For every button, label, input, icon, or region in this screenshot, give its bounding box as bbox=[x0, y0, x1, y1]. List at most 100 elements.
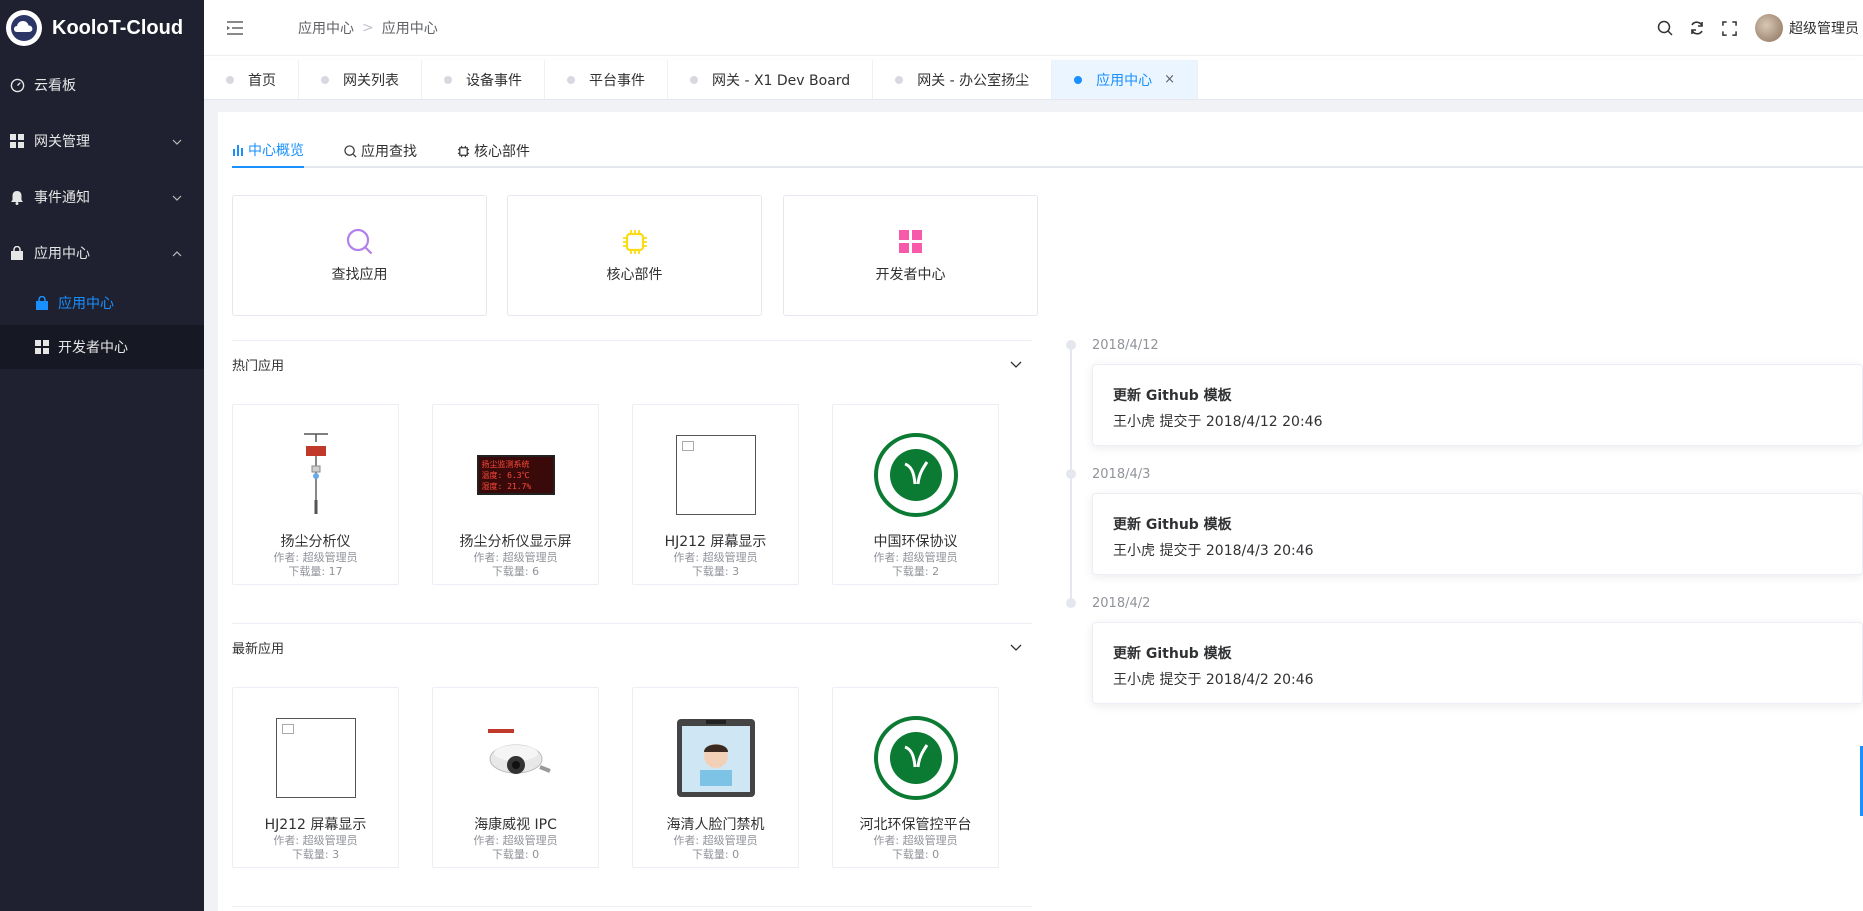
timeline-dot bbox=[1066, 598, 1076, 608]
timeline-title: 更新 Github 模板 bbox=[1113, 388, 1232, 404]
chevron-down-icon bbox=[1010, 357, 1022, 372]
app-card[interactable]: 河北环保管控平台 作者: 超级管理员 下载量: 0 bbox=[832, 687, 999, 868]
ip-camera-image bbox=[468, 710, 564, 806]
timeline-date: 2018/4/12 bbox=[1092, 338, 1159, 353]
app-card[interactable]: HJ212 屏幕显示 作者: 超级管理员 下载量: 3 bbox=[232, 687, 399, 868]
quick-link-find-app[interactable]: 查找应用 bbox=[232, 195, 487, 316]
header-actions: 超级管理员 bbox=[1643, 0, 1859, 56]
app-author: 作者: 超级管理员 bbox=[273, 834, 358, 847]
broken-image-icon bbox=[281, 724, 294, 734]
app-downloads: 下载量: 17 bbox=[288, 565, 343, 578]
sidebar-subitem-appcenter[interactable]: 应用中心 bbox=[0, 281, 204, 325]
quick-link-label: 查找应用 bbox=[331, 266, 388, 283]
sidebar-item-label: 网关管理 bbox=[34, 134, 90, 150]
timeline-title: 更新 Github 模板 bbox=[1113, 646, 1232, 662]
placeholder-image bbox=[268, 710, 364, 806]
menu-toggle-icon[interactable] bbox=[226, 18, 246, 38]
app-card[interactable]: 扬尘监测系统 温度: 6.3℃ 湿度: 21.7% 扬尘分析仪显示屏 作者: 超… bbox=[432, 404, 599, 585]
image-placeholder-icon bbox=[675, 435, 756, 515]
logo[interactable]: KooloT-Cloud bbox=[0, 0, 204, 56]
tab-label: 应用查找 bbox=[361, 144, 417, 160]
sidebar-item-label: 事件通知 bbox=[34, 190, 90, 206]
dashboard-icon bbox=[8, 76, 26, 94]
tab-device-events[interactable]: 设备事件 bbox=[422, 60, 545, 99]
top-header: 应用中心 > 应用中心 超级管理员 bbox=[204, 0, 1863, 56]
divider bbox=[232, 906, 1032, 907]
bag-icon bbox=[8, 244, 26, 262]
sidebar-subitem-developer[interactable]: 开发者中心 bbox=[0, 325, 204, 369]
chevron-down-icon bbox=[172, 133, 182, 149]
led-line: 扬尘监测系统 bbox=[481, 460, 530, 469]
tab-gateway-office[interactable]: 网关 - 办公室扬尘 bbox=[873, 60, 1053, 99]
tab-platform-events[interactable]: 平台事件 bbox=[545, 60, 668, 99]
tab-label: 网关列表 bbox=[343, 72, 399, 89]
image-placeholder-icon bbox=[275, 718, 356, 798]
tab-dot bbox=[895, 75, 904, 84]
app-card[interactable]: 海清人脸门禁机 作者: 超级管理员 下载量: 0 bbox=[632, 687, 799, 868]
app-downloads: 下载量: 3 bbox=[291, 848, 340, 861]
timeline-date: 2018/4/2 bbox=[1092, 596, 1151, 611]
refresh-icon[interactable] bbox=[1687, 18, 1707, 38]
avatar[interactable] bbox=[1755, 14, 1783, 42]
app-name: 河北环保管控平台 bbox=[859, 817, 972, 833]
app-card[interactable]: HJ212 屏幕显示 作者: 超级管理员 下载量: 3 bbox=[632, 404, 799, 585]
bar-chart-icon bbox=[232, 144, 244, 156]
tab-label: 平台事件 bbox=[589, 72, 645, 89]
tabs-bar: 首页 网关列表 设备事件 平台事件 网关 - X1 Dev Board 网关 -… bbox=[204, 60, 1863, 100]
search-icon bbox=[344, 144, 357, 158]
sidebar-item-events[interactable]: 事件通知 bbox=[0, 169, 204, 225]
led-line: 温度: 6.3℃ bbox=[481, 471, 530, 480]
app-author: 作者: 超级管理员 bbox=[473, 551, 558, 564]
sidebar: KooloT-Cloud 云看板 网关管理 事件通知 应用中心 应用中心 开发者… bbox=[0, 0, 204, 911]
app-downloads: 下载量: 0 bbox=[891, 848, 940, 861]
caepi-seal-image bbox=[868, 710, 964, 806]
breadcrumb-separator-icon: > bbox=[362, 19, 374, 36]
caepi-seal-image bbox=[868, 427, 964, 523]
bell-icon bbox=[8, 188, 26, 206]
search-icon[interactable] bbox=[1655, 18, 1675, 38]
tab-dot bbox=[1074, 75, 1083, 84]
timeline-title: 更新 Github 模板 bbox=[1113, 517, 1232, 533]
app-card[interactable]: 扬尘分析仪 作者: 超级管理员 下载量: 17 bbox=[232, 404, 399, 585]
latest-apps-header[interactable]: 最新应用 bbox=[232, 623, 1032, 671]
tab-gateway-x1[interactable]: 网关 - X1 Dev Board bbox=[668, 60, 874, 99]
tab-gateway-list[interactable]: 网关列表 bbox=[299, 60, 422, 99]
tab-overview[interactable]: 中心概览 bbox=[232, 134, 304, 168]
app-author: 作者: 超级管理员 bbox=[673, 834, 758, 847]
close-icon[interactable]: × bbox=[1164, 72, 1175, 87]
app-author: 作者: 超级管理员 bbox=[873, 551, 958, 564]
app-author: 作者: 超级管理员 bbox=[873, 834, 958, 847]
tab-app-search[interactable]: 应用查找 bbox=[344, 134, 417, 168]
quick-link-core-parts[interactable]: 核心部件 bbox=[507, 195, 762, 316]
dust-analyzer-image bbox=[268, 427, 364, 523]
tab-home[interactable]: 首页 bbox=[204, 60, 299, 99]
timeline-desc: 王小虎 提交于 2018/4/3 20:46 bbox=[1113, 543, 1314, 559]
quick-link-developer[interactable]: 开发者中心 bbox=[783, 195, 1038, 316]
sidebar-item-label: 应用中心 bbox=[34, 246, 90, 262]
app-card[interactable]: 中国环保协议 作者: 超级管理员 下载量: 2 bbox=[832, 404, 999, 585]
tab-appcenter[interactable]: 应用中心 × bbox=[1052, 60, 1199, 99]
user-name[interactable]: 超级管理员 bbox=[1789, 18, 1859, 38]
tab-core-parts[interactable]: 核心部件 bbox=[457, 134, 530, 168]
app-card[interactable]: 海康威视 IPC 作者: 超级管理员 下载量: 0 bbox=[432, 687, 599, 868]
app-name: 中国环保协议 bbox=[873, 534, 958, 550]
app-name: 海清人脸门禁机 bbox=[666, 817, 765, 833]
sidebar-item-dashboard[interactable]: 云看板 bbox=[0, 57, 204, 113]
tab-label: 网关 - X1 Dev Board bbox=[712, 72, 851, 89]
placeholder-image bbox=[668, 427, 764, 523]
hot-apps-header[interactable]: 热门应用 bbox=[232, 340, 1032, 388]
sidebar-item-gateway[interactable]: 网关管理 bbox=[0, 113, 204, 169]
timeline-desc: 王小虎 提交于 2018/4/2 20:46 bbox=[1113, 672, 1314, 688]
tab-label: 应用中心 bbox=[1096, 72, 1153, 89]
timeline-dot bbox=[1066, 340, 1076, 350]
cloud-logo-icon bbox=[6, 10, 42, 46]
seal-inner bbox=[889, 449, 942, 501]
sidebar-item-appcenter[interactable]: 应用中心 bbox=[0, 225, 204, 281]
fullscreen-icon[interactable] bbox=[1719, 18, 1739, 38]
bag-icon bbox=[34, 295, 50, 311]
breadcrumb-item[interactable]: 应用中心 bbox=[298, 18, 354, 38]
breadcrumb: 应用中心 > 应用中心 bbox=[298, 18, 438, 38]
caepi-logo bbox=[873, 433, 958, 517]
app-downloads: 下载量: 0 bbox=[691, 848, 740, 861]
grid-icon bbox=[897, 228, 925, 256]
